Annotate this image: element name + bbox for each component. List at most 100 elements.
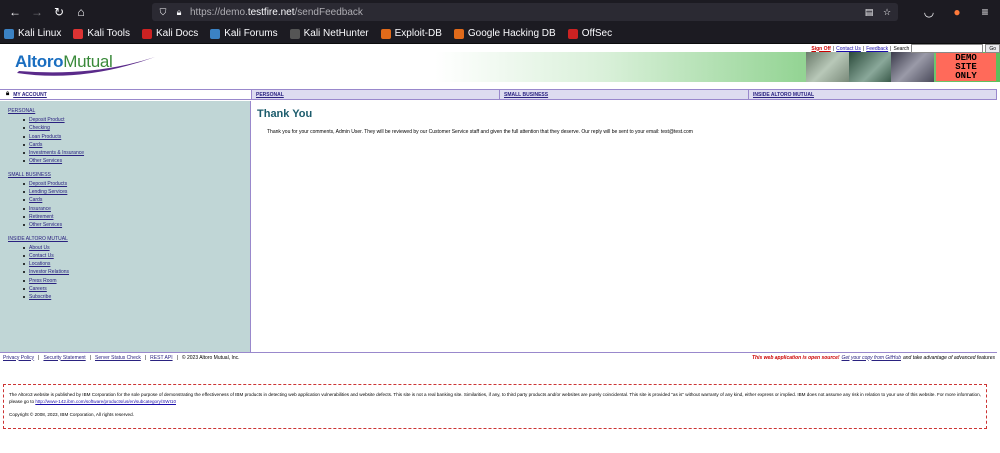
- browser-chrome: ← → ↻ ⌂ ⛉ 🔒︎ https://demo.testfire.net/s…: [0, 0, 1000, 44]
- sidebar-link[interactable]: Contact Us: [29, 253, 54, 259]
- sign-off-link[interactable]: Sign Off: [811, 46, 830, 52]
- sidebar-link[interactable]: Investments & Insurance: [29, 150, 84, 156]
- list-item: Other Services: [23, 158, 242, 166]
- altoro-logo[interactable]: AltoroMutual: [13, 49, 158, 79]
- tab-my-account[interactable]: 🔒︎ MY ACCOUNT: [0, 90, 252, 99]
- disclaimer-copyright: Copyright © 2008, 2023, IBM Corporation,…: [9, 412, 134, 417]
- web-page: AltoroMutual DEMO SITE ONLY Sign Off | C…: [0, 44, 1000, 453]
- tab-personal[interactable]: PERSONAL: [252, 90, 500, 99]
- sidebar-link[interactable]: Cards: [29, 197, 42, 203]
- back-icon[interactable]: ←: [6, 3, 24, 21]
- bookmark-label: Kali Linux: [18, 28, 62, 39]
- bookmark-item[interactable]: Kali Linux: [4, 28, 61, 39]
- sidebar-link[interactable]: Loan Products: [29, 134, 61, 140]
- sidebar-list-inside: About Us Contact Us Locations Investor Rela…: [8, 245, 242, 303]
- bookmark-label: OffSec: [581, 28, 613, 39]
- sidebar-link[interactable]: Checking: [29, 125, 50, 131]
- sidebar-link[interactable]: About Us: [29, 245, 50, 251]
- bookmark-item[interactable]: Kali Forums: [210, 28, 278, 39]
- sidebar-link[interactable]: Press Room: [29, 278, 57, 284]
- bookmark-item[interactable]: Kali NetHunter: [289, 28, 369, 39]
- ibm-products-link[interactable]: http://www-142.ibm.com/software/products…: [35, 399, 176, 404]
- separator: |: [890, 45, 892, 52]
- sidebar-link[interactable]: Insurance: [29, 206, 51, 212]
- separator: |: [38, 354, 40, 361]
- reload-icon[interactable]: ↻: [50, 3, 68, 21]
- pocket-icon[interactable]: ◡: [920, 3, 938, 21]
- sidebar-link[interactable]: Retirement: [29, 214, 53, 220]
- forward-icon[interactable]: →: [28, 3, 46, 21]
- list-item: Lending Services: [23, 189, 242, 197]
- sidebar-link[interactable]: Lending Services: [29, 189, 67, 195]
- list-item: Loan Products: [23, 134, 242, 142]
- rest-api-link[interactable]: REST API: [150, 355, 172, 361]
- bookmark-icon: [73, 28, 84, 39]
- list-item: Cards: [23, 197, 242, 205]
- site-footer: Privacy Policy | Security Statement | Se…: [0, 352, 997, 362]
- sidebar-link[interactable]: Careers: [29, 286, 47, 292]
- list-item: Deposit Products: [23, 181, 242, 189]
- list-item: Insurance: [23, 206, 242, 214]
- sidebar-heading-inside[interactable]: INSIDE ALTORO MUTUAL: [8, 236, 68, 242]
- demo-site-badge: DEMO SITE ONLY: [936, 53, 996, 81]
- github-link[interactable]: Get your copy from GitHub: [842, 355, 901, 361]
- privacy-policy-link[interactable]: Privacy Policy: [3, 355, 34, 361]
- sidebar-link[interactable]: Locations: [29, 261, 50, 267]
- bookmark-label: Google Hacking DB: [467, 28, 556, 39]
- sidebar-link[interactable]: Other Services: [29, 158, 62, 164]
- tab-inside-altoro[interactable]: INSIDE ALTORO MUTUAL: [749, 90, 997, 99]
- sidebar-link[interactable]: Deposit Product: [29, 117, 65, 123]
- footer-copyright: © 2023 Altoro Mutual, Inc.: [181, 354, 240, 361]
- home-icon[interactable]: ⌂: [72, 3, 90, 21]
- go-button[interactable]: Go: [985, 44, 1000, 53]
- banner-photo-people: [891, 52, 935, 82]
- sidebar-link[interactable]: Investor Relations: [29, 269, 69, 275]
- url-bar[interactable]: ⛉ 🔒︎ https://demo.testfire.net/sendFeedb…: [152, 3, 898, 21]
- security-statement-link[interactable]: Security Statement: [43, 355, 85, 361]
- lock-icon[interactable]: 🔒︎: [174, 7, 184, 17]
- thank-you-message: Thank you for your comments, Admin User.…: [267, 129, 693, 135]
- list-item: Press Room: [23, 278, 242, 286]
- logo-text: AltoroMutual: [15, 52, 113, 71]
- tab-my-account-label[interactable]: MY ACCOUNT: [13, 92, 47, 98]
- banner-photo-hands: [848, 52, 892, 82]
- bookmark-item[interactable]: Exploit-DB: [380, 28, 442, 39]
- list-item: Contact Us: [23, 253, 242, 261]
- sidebar-list-small-business: Deposit Products Lending Services Cards Ins…: [8, 181, 242, 231]
- feedback-link[interactable]: Feedback: [866, 46, 888, 52]
- firefox-account-icon[interactable]: ●: [948, 3, 966, 21]
- bookmark-icon: [210, 28, 221, 39]
- search-input[interactable]: [911, 44, 984, 53]
- list-item: Subscribe: [23, 294, 242, 302]
- bookmark-item[interactable]: OffSec: [567, 28, 613, 39]
- tab-small-business[interactable]: SMALL BUSINESS: [500, 90, 749, 99]
- ibm-disclaimer: The Altoro3 website is published by IBM …: [3, 384, 987, 429]
- sidebar-link[interactable]: Subscribe: [29, 294, 51, 300]
- top-links: Sign Off | Contact Us | Feedback | Searc…: [811, 44, 1000, 53]
- bookmark-item[interactable]: Kali Docs: [141, 28, 199, 39]
- bookmarks-bar: Kali Linux Kali Tools Kali Docs Kali Forums…: [0, 24, 1000, 44]
- tab-inside-label[interactable]: INSIDE ALTORO MUTUAL: [753, 92, 814, 98]
- reader-view-icon[interactable]: ▤: [864, 7, 874, 17]
- server-status-link[interactable]: Server Status Check: [95, 355, 141, 361]
- bookmark-item[interactable]: Kali Tools: [73, 28, 130, 39]
- sidebar-heading-personal[interactable]: PERSONAL: [8, 108, 35, 114]
- sidebar-heading-small-business[interactable]: SMALL BUSINESS: [8, 172, 51, 178]
- list-item: Other Services: [23, 222, 242, 230]
- bookmark-label: Kali Docs: [155, 28, 199, 39]
- page-title: Thank You: [257, 108, 313, 120]
- sidebar-link[interactable]: Other Services: [29, 222, 62, 228]
- contact-us-link[interactable]: Contact Us: [836, 46, 861, 52]
- bookmark-item[interactable]: Google Hacking DB: [453, 28, 556, 39]
- tab-small-business-label[interactable]: SMALL BUSINESS: [504, 92, 548, 98]
- sidebar-link[interactable]: Deposit Products: [29, 181, 67, 187]
- sidebar-section-small-business: SMALL BUSINESS Deposit Products Lending S…: [8, 172, 242, 231]
- tab-personal-label[interactable]: PERSONAL: [256, 92, 284, 98]
- shield-icon[interactable]: ⛉: [158, 7, 168, 17]
- list-item: Retirement: [23, 214, 242, 222]
- menu-icon[interactable]: ≡: [976, 3, 994, 21]
- bookmark-star-icon[interactable]: ☆: [882, 7, 892, 17]
- banner-photos: [806, 52, 935, 82]
- sidebar-link[interactable]: Cards: [29, 142, 42, 148]
- bookmark-icon: [141, 28, 152, 39]
